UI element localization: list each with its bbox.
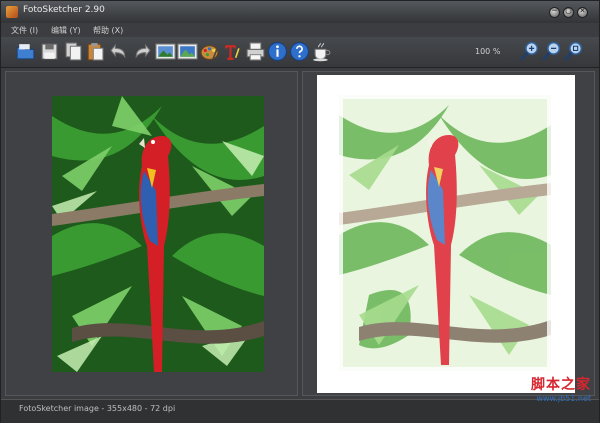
zoom-in-icon[interactable] (519, 41, 540, 62)
palette-icon[interactable] (199, 41, 220, 62)
paste-icon[interactable] (85, 41, 106, 62)
app-window: FotoSketcher 2.90 − ▢ × 文件 (I) 编辑 (Y) 帮助… (0, 0, 600, 423)
watermark-title: 脚本之家 (531, 377, 591, 393)
sketch-result (339, 95, 551, 371)
save-icon[interactable] (39, 41, 60, 62)
coffee-icon[interactable] (311, 41, 332, 62)
title-bar[interactable]: FotoSketcher 2.90 − ▢ × (1, 1, 599, 23)
sketch-paper (317, 75, 575, 393)
maximize-icon: ▢ (565, 6, 572, 16)
open-folder-icon[interactable] (15, 41, 36, 62)
copy-icon[interactable] (63, 41, 84, 62)
close-icon: × (579, 6, 586, 16)
toolbar: 100 % (1, 37, 599, 68)
minimize-button[interactable]: − (549, 6, 560, 18)
zoom-level: 100 % (475, 47, 501, 56)
print-icon[interactable] (245, 41, 266, 62)
close-button[interactable]: × (577, 6, 588, 18)
menu-file[interactable]: 文件 (I) (11, 25, 38, 36)
app-logo-icon (6, 6, 18, 18)
original-photo (52, 96, 264, 372)
original-image-pane (5, 71, 298, 396)
watermark-url: www.jb51.net (536, 394, 591, 403)
zoom-out-icon[interactable] (541, 41, 562, 62)
show-original-icon[interactable] (155, 41, 176, 62)
minimize-icon: − (551, 6, 558, 16)
redo-icon[interactable] (131, 41, 152, 62)
menu-edit[interactable]: 编辑 (Y) (51, 25, 81, 36)
menu-help[interactable]: 帮助 (X) (93, 25, 123, 36)
show-sketch-icon[interactable] (177, 41, 198, 62)
info-icon[interactable] (267, 41, 288, 62)
status-text: FotoSketcher image - 355x480 - 72 dpi (19, 404, 176, 413)
window-title: FotoSketcher 2.90 (23, 5, 105, 15)
zoom-fit-icon[interactable] (563, 41, 584, 62)
text-icon[interactable] (221, 41, 242, 62)
maximize-button[interactable]: ▢ (563, 6, 574, 18)
sketch-image-pane (302, 71, 595, 396)
watermark: 脚本之家 www.jb51.net (501, 374, 591, 403)
menu-bar: 文件 (I) 编辑 (Y) 帮助 (X) (1, 23, 599, 37)
undo-icon[interactable] (109, 41, 130, 62)
help-icon[interactable] (289, 41, 310, 62)
